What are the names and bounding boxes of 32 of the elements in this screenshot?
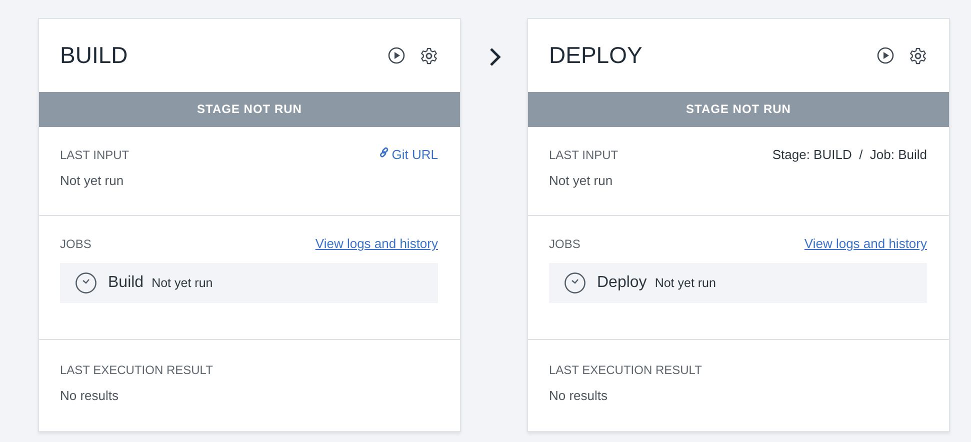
status-bar: STAGE NOT RUN (528, 92, 949, 127)
job-row[interactable]: Build Not yet run (60, 263, 438, 303)
job-name: Deploy (597, 274, 647, 292)
settings-icon[interactable] (909, 46, 927, 64)
result-value: No results (60, 388, 120, 403)
view-logs-link[interactable]: View logs and history (315, 236, 438, 251)
job-status: Not yet run (654, 276, 716, 290)
stage-title: DEPLOY (549, 42, 642, 69)
link-icon (378, 147, 390, 158)
view-logs-link[interactable]: View logs and history (804, 236, 927, 251)
status-bar: STAGE NOT RUN (39, 92, 460, 127)
git-url-link[interactable]: Git URL (378, 147, 438, 162)
settings-icon[interactable] (420, 46, 438, 64)
section-label: LAST INPUT (549, 148, 618, 162)
section-label: LAST INPUT (60, 148, 130, 162)
section-label: JOBS (549, 236, 580, 250)
chevron-right-icon (489, 47, 501, 67)
section-label: LAST EXECUTION RESULT (60, 363, 214, 377)
job-status: Not yet run (152, 276, 213, 290)
input-value: Not yet run (60, 173, 125, 188)
clock-icon (75, 272, 97, 294)
play-icon[interactable] (877, 47, 894, 64)
input-source: Stage: BUILD / Job: Build (772, 147, 927, 162)
clock-icon (564, 272, 586, 294)
job-name: Build (108, 274, 144, 292)
play-icon[interactable] (388, 47, 405, 64)
job-row[interactable]: Deploy Not yet run (549, 263, 927, 303)
result-value: No results (549, 388, 609, 403)
section-label: LAST EXECUTION RESULT (549, 363, 703, 377)
section-label: JOBS (60, 236, 92, 250)
input-value: Not yet run (549, 173, 614, 188)
stage-title: BUILD (60, 42, 128, 69)
